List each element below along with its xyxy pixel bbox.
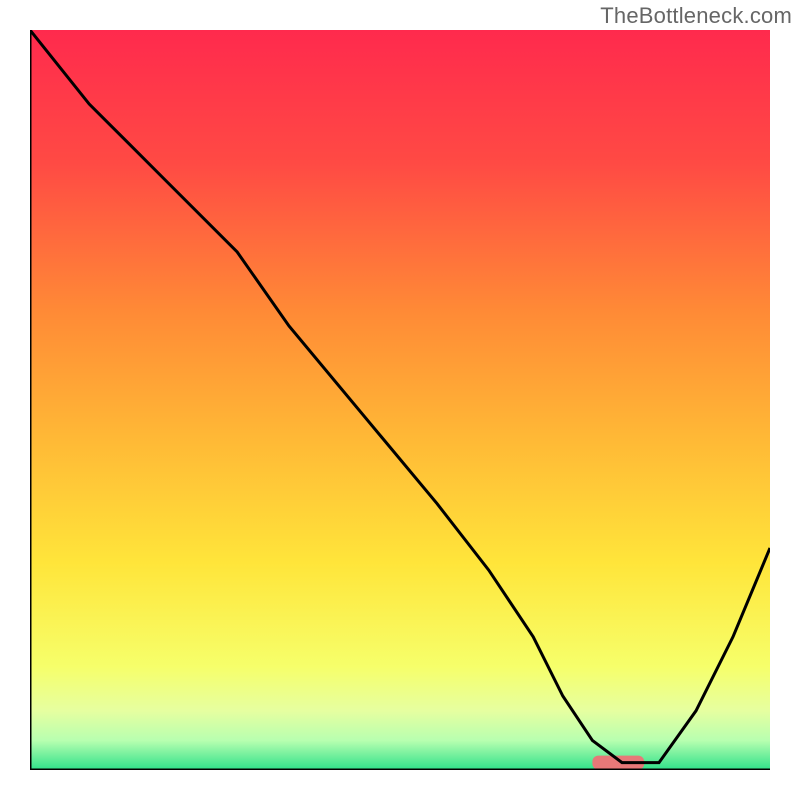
chart-svg <box>30 30 770 770</box>
watermark-label: TheBottleneck.com <box>600 3 792 29</box>
chart-stage: TheBottleneck.com <box>0 0 800 800</box>
plot-area <box>30 30 770 770</box>
gradient-background <box>30 30 770 770</box>
